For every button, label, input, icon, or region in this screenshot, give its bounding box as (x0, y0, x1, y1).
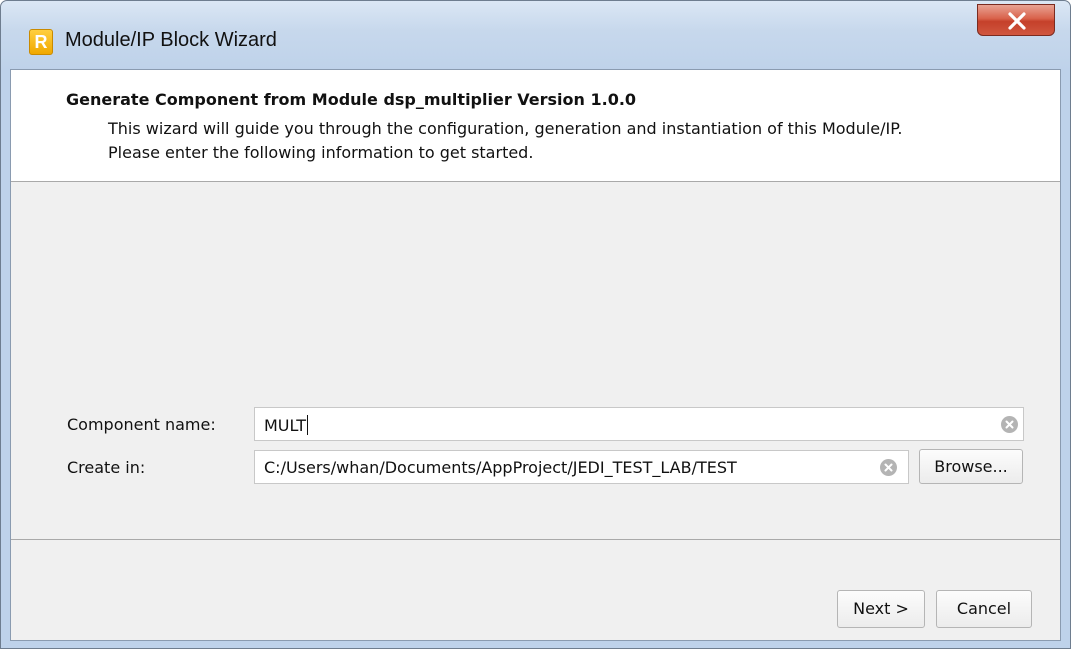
description-line: This wizard will guide you through the c… (108, 119, 903, 138)
component-name-input[interactable]: MULT (254, 407, 1024, 441)
app-logo-icon: R (29, 29, 53, 55)
wizard-window: R Module/IP Block Wizard Generate Compon… (0, 0, 1071, 649)
dialog-body: Generate Component from Module dsp_multi… (10, 69, 1061, 641)
component-name-value: MULT (264, 415, 308, 435)
wizard-header: Generate Component from Module dsp_multi… (11, 70, 1060, 182)
create-in-label: Create in: (67, 458, 146, 477)
footer-separator (11, 539, 1060, 540)
component-name-label: Component name: (67, 415, 216, 434)
browse-button[interactable]: Browse... (919, 449, 1023, 484)
close-icon (1008, 12, 1026, 30)
clear-icon[interactable] (880, 459, 897, 476)
next-button[interactable]: Next > (837, 590, 925, 628)
description-line: Please enter the following information t… (108, 143, 534, 162)
cancel-button[interactable]: Cancel (936, 590, 1032, 628)
create-in-value: C:/Users/whan/Documents/AppProject/JEDI_… (264, 458, 737, 477)
title-bar[interactable]: R Module/IP Block Wizard (1, 1, 1070, 69)
text-caret (307, 415, 308, 435)
wizard-description: This wizard will guide you through the c… (108, 117, 1048, 165)
clear-icon[interactable] (1001, 416, 1018, 433)
close-button[interactable] (977, 4, 1055, 36)
window-title: Module/IP Block Wizard (65, 29, 277, 51)
create-in-input[interactable]: C:/Users/whan/Documents/AppProject/JEDI_… (254, 450, 909, 484)
wizard-title: Generate Component from Module dsp_multi… (66, 90, 637, 109)
